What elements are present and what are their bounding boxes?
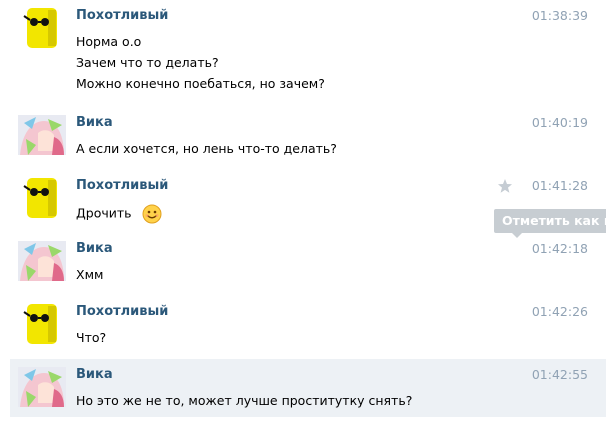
yellow-sunglasses-avatar[interactable] [18,8,66,48]
yellow-sunglasses-avatar[interactable] [18,304,66,344]
message-author[interactable]: Вика [76,115,113,130]
message-author[interactable]: Похотливый [76,304,168,319]
message-text-content: Дрочить [76,205,132,221]
anime-girl-avatar[interactable] [18,241,66,281]
message-text: А если хочется, но лень что-то делать? [76,141,337,156]
message-text: Что? [76,330,107,345]
message-author[interactable]: Вика [76,241,113,256]
message-time[interactable]: 01:42:55 [532,367,588,382]
message-body: Но это же не то, может лучше проститутку… [76,393,412,414]
message: Вика 01:40:19 А если хочется, но лень чт… [10,107,606,167]
message-text: Хмм [76,267,104,282]
message-text: Норма о.о [76,34,142,49]
anime-girl-avatar[interactable] [18,367,66,407]
message: Похотливый 01:38:39 Норма о.о Зачем что … [10,0,606,110]
message-body: Что? [76,330,106,351]
message-time[interactable]: 01:40:19 [532,115,588,130]
message-author[interactable]: Похотливый [76,8,168,23]
message-text: Можно конечно поебаться, но зачем? [76,76,325,91]
message-body: Хмм [76,267,103,288]
message: Похотливый 01:42:26 Что? [10,296,606,356]
mark-important-tooltip: Отметить как важное [494,209,606,233]
message-text: Но это же не то, может лучше проститутку… [76,393,413,408]
message-time[interactable]: 01:42:26 [532,304,588,319]
message-author[interactable]: Похотливый [76,178,168,193]
message-author[interactable]: Вика [76,367,113,382]
message-body: Дрочить [76,204,162,225]
yellow-sunglasses-avatar[interactable] [18,178,66,218]
message-text: Дрочить [76,204,162,225]
message: Вика 01:42:55 Но это же не то, может луч… [10,359,606,417]
star-icon[interactable] [497,178,513,194]
anime-girl-avatar[interactable] [18,115,66,155]
smiley-emoji-icon [142,204,161,224]
message-text: Зачем что то делать? [76,55,219,70]
message-body: А если хочется, но лень что-то делать? [76,141,337,162]
message-time[interactable]: 01:42:18 [532,241,588,256]
message: Вика 01:42:18 Хмм [10,233,606,293]
message-time[interactable]: 01:41:28 [532,178,588,193]
message-body: Норма о.о Зачем что то делать? Можно кон… [76,34,325,97]
message-time[interactable]: 01:38:39 [532,8,588,23]
